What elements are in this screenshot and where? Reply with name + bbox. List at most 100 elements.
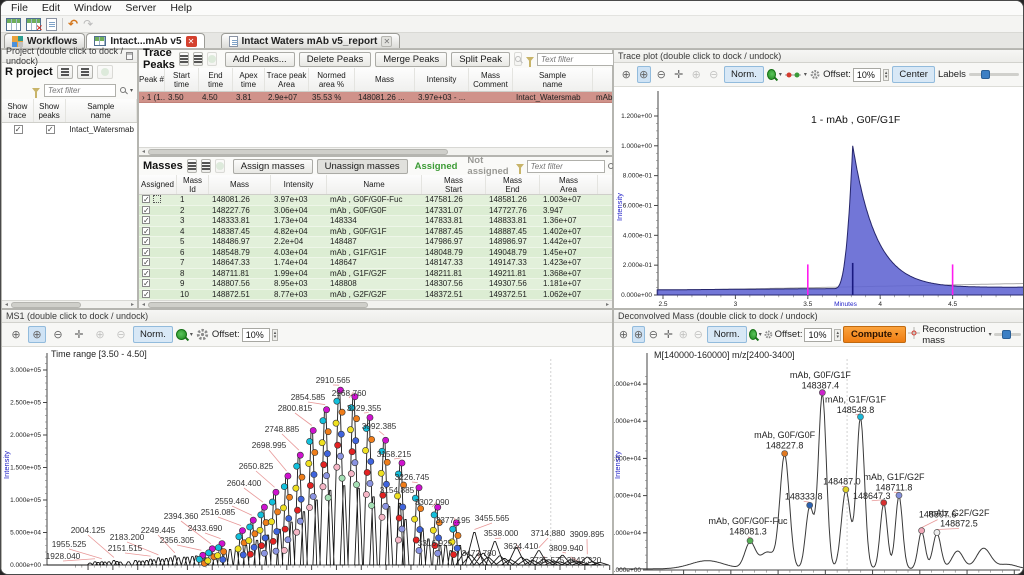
peak-finder-icon[interactable] bbox=[176, 329, 187, 340]
offset-value[interactable]: 10% bbox=[242, 328, 270, 342]
filter-funnel-icon[interactable] bbox=[516, 164, 524, 169]
table-row[interactable]: ✓✓Intact_Watersmab bbox=[2, 123, 137, 136]
pan-icon[interactable]: ✛ bbox=[662, 326, 675, 343]
column-header[interactable]: Intensity bbox=[271, 175, 327, 194]
column-header[interactable]: Mass bbox=[355, 68, 415, 91]
group-icon[interactable] bbox=[77, 65, 93, 79]
menu-item-edit[interactable]: Edit bbox=[36, 2, 66, 14]
trace-peaks-filter-input[interactable] bbox=[537, 53, 615, 66]
column-header[interactable]: Assigned bbox=[139, 175, 177, 194]
trace-peaks-hscrollbar[interactable]: ◂▸ bbox=[139, 147, 612, 155]
normalize-button[interactable]: Norm. bbox=[724, 66, 764, 83]
tab-report[interactable]: Intact Waters mAb v5_report ✕ bbox=[221, 33, 401, 48]
trace-plot-canvas[interactable]: 0.000e+002.000e-014.000e-016.000e-018.00… bbox=[614, 87, 1024, 309]
settings-gear-icon[interactable] bbox=[810, 68, 820, 81]
assigned-checkbox[interactable]: ✓ bbox=[142, 237, 150, 245]
assigned-checkbox[interactable]: ✓ bbox=[142, 258, 150, 266]
trace-plot-panel-header[interactable]: Trace plot (double click to dock / undoc… bbox=[614, 50, 1024, 63]
filter-funnel-icon[interactable] bbox=[526, 57, 534, 62]
mass-row[interactable]: ✓10148872.518.77e+03mAb , G2F/G2F148372.… bbox=[139, 290, 612, 301]
column-header[interactable]: Start time bbox=[165, 68, 199, 91]
peak-finder-icon[interactable] bbox=[767, 69, 776, 80]
group-icon[interactable] bbox=[201, 159, 211, 173]
offset-spinner[interactable]: ▴▾ bbox=[883, 69, 890, 81]
settings-gear-icon[interactable] bbox=[764, 328, 773, 341]
settings-gear-icon[interactable] bbox=[196, 328, 209, 341]
column-header[interactable]: Mass Comment bbox=[469, 68, 513, 91]
trace-style-icon[interactable] bbox=[785, 71, 801, 79]
column-header[interactable]: Peak # bbox=[139, 68, 165, 91]
zoom-out-icon[interactable]: ⊖ bbox=[654, 66, 669, 83]
assigned-checkbox[interactable]: ✓ bbox=[142, 248, 150, 256]
mass-row[interactable]: ✓6148548.794.03e+04mAb , G1F/G1F148048.7… bbox=[139, 248, 612, 259]
ms1-plot-canvas[interactable]: Time range [3.50 - 4.50]0.000e+005.000e+… bbox=[2, 347, 612, 575]
zoom-in-icon[interactable]: ⊕ bbox=[28, 326, 46, 343]
column-header[interactable]: Mass Area bbox=[540, 175, 598, 194]
project-hscrollbar[interactable]: ◂▸ bbox=[2, 300, 137, 308]
column-header[interactable]: Sample name bbox=[513, 68, 593, 91]
deconv-panel-header[interactable]: Deconvolved Mass (double click to dock /… bbox=[614, 310, 1024, 323]
column-header[interactable]: Intensity bbox=[415, 68, 469, 91]
assigned-checkbox[interactable]: ✓ bbox=[142, 216, 150, 224]
mass-row[interactable]: ✓2148227.763.06e+04mAb , G0F/G0F147331.0… bbox=[139, 206, 612, 217]
column-header[interactable]: Mass Id bbox=[177, 175, 209, 194]
ms1-panel-header[interactable]: MS1 (double click to dock / undock) bbox=[2, 310, 612, 323]
zoom-fit-icon[interactable]: ⊕ bbox=[619, 66, 634, 83]
group-icon[interactable] bbox=[193, 52, 203, 66]
not-assigned-filter-toggle[interactable]: Not assigned bbox=[464, 155, 511, 177]
checkbox[interactable]: ✓ bbox=[14, 125, 23, 134]
column-header[interactable]: Normed area % bbox=[309, 68, 355, 91]
pan-icon[interactable]: ✛ bbox=[672, 66, 687, 83]
mass-row[interactable]: ✓3148333.811.73e+04148334147833.81148833… bbox=[139, 216, 612, 227]
dock-icon[interactable] bbox=[126, 52, 133, 60]
add-peaks-button[interactable]: Add Peaks... bbox=[225, 52, 295, 67]
column-header[interactable]: Sample name bbox=[66, 99, 138, 122]
project-filter-input[interactable] bbox=[44, 84, 116, 97]
sort-ascending-icon[interactable] bbox=[179, 52, 189, 66]
mass-row[interactable]: ✓1148081.263.97e+03mAb , G0F/G0F-Fuc1475… bbox=[139, 195, 612, 206]
column-header[interactable]: Show peaks bbox=[34, 99, 66, 122]
column-header[interactable]: End time bbox=[199, 68, 233, 91]
column-header[interactable]: Mass bbox=[209, 175, 271, 194]
zoom-in-icon[interactable]: ⊕ bbox=[632, 326, 645, 343]
menu-item-window[interactable]: Window bbox=[68, 2, 117, 14]
zoom-fit-icon[interactable]: ⊕ bbox=[617, 326, 630, 343]
offset-value[interactable]: 10% bbox=[804, 328, 832, 342]
masses-filter-input[interactable] bbox=[527, 160, 605, 173]
zoom-out-icon[interactable]: ⊖ bbox=[647, 326, 660, 343]
column-header[interactable]: Name bbox=[327, 175, 422, 194]
menu-item-help[interactable]: Help bbox=[164, 2, 198, 14]
peak-finder-icon[interactable] bbox=[749, 329, 757, 340]
sort-ascending-icon[interactable] bbox=[187, 159, 197, 173]
new-workflow-icon[interactable] bbox=[6, 18, 21, 31]
delete-table-icon[interactable]: ✕ bbox=[26, 18, 41, 31]
offset-spinner[interactable]: ▴▾ bbox=[272, 329, 279, 341]
offset-spinner[interactable]: ▴▾ bbox=[834, 329, 841, 341]
filter-funnel-icon[interactable] bbox=[32, 88, 40, 93]
labels-slider[interactable] bbox=[969, 73, 1019, 76]
assign-masses-button[interactable]: Assign masses bbox=[233, 159, 313, 174]
crosshair-icon[interactable] bbox=[908, 326, 920, 344]
assigned-checkbox[interactable]: ✓ bbox=[142, 269, 150, 277]
assigned-checkbox[interactable]: ✓ bbox=[142, 290, 150, 298]
masses-hscrollbar[interactable]: ◂▸ bbox=[139, 300, 612, 308]
undo-icon[interactable]: ↶ bbox=[68, 18, 78, 30]
assigned-checkbox[interactable]: ✓ bbox=[142, 227, 150, 235]
deconv-plot-canvas[interactable]: M[140000-160000] m/z[2400-3400]0.000e+00… bbox=[614, 347, 1024, 575]
trace-peak-row-selected[interactable]: › 1 (1...3.504.503.812.9e+0735.53 %14808… bbox=[139, 92, 612, 103]
zoom-out-icon[interactable]: ⊖ bbox=[49, 326, 67, 343]
assigned-filter-toggle[interactable]: Assigned bbox=[412, 161, 461, 172]
column-header[interactable]: Apex time bbox=[233, 68, 265, 91]
pan-icon[interactable]: ✛ bbox=[70, 326, 88, 343]
offset-value[interactable]: 10% bbox=[853, 68, 881, 82]
mass-row[interactable]: ✓9148807.568.95e+03148808148307.56149307… bbox=[139, 279, 612, 290]
normalize-button[interactable]: Norm. bbox=[133, 326, 173, 343]
assigned-checkbox[interactable]: ✓ bbox=[142, 206, 150, 214]
merge-peaks-button[interactable]: Merge Peaks bbox=[375, 52, 447, 67]
mass-row[interactable]: ✓7148647.331.74e+04148647148147.33149147… bbox=[139, 258, 612, 269]
column-header[interactable]: Trace peak Area bbox=[265, 68, 309, 91]
zoom-fit-icon[interactable]: ⊕ bbox=[7, 326, 25, 343]
center-button[interactable]: Center bbox=[892, 66, 935, 83]
checkbox[interactable]: ✓ bbox=[46, 125, 55, 134]
new-document-icon[interactable] bbox=[46, 18, 57, 31]
